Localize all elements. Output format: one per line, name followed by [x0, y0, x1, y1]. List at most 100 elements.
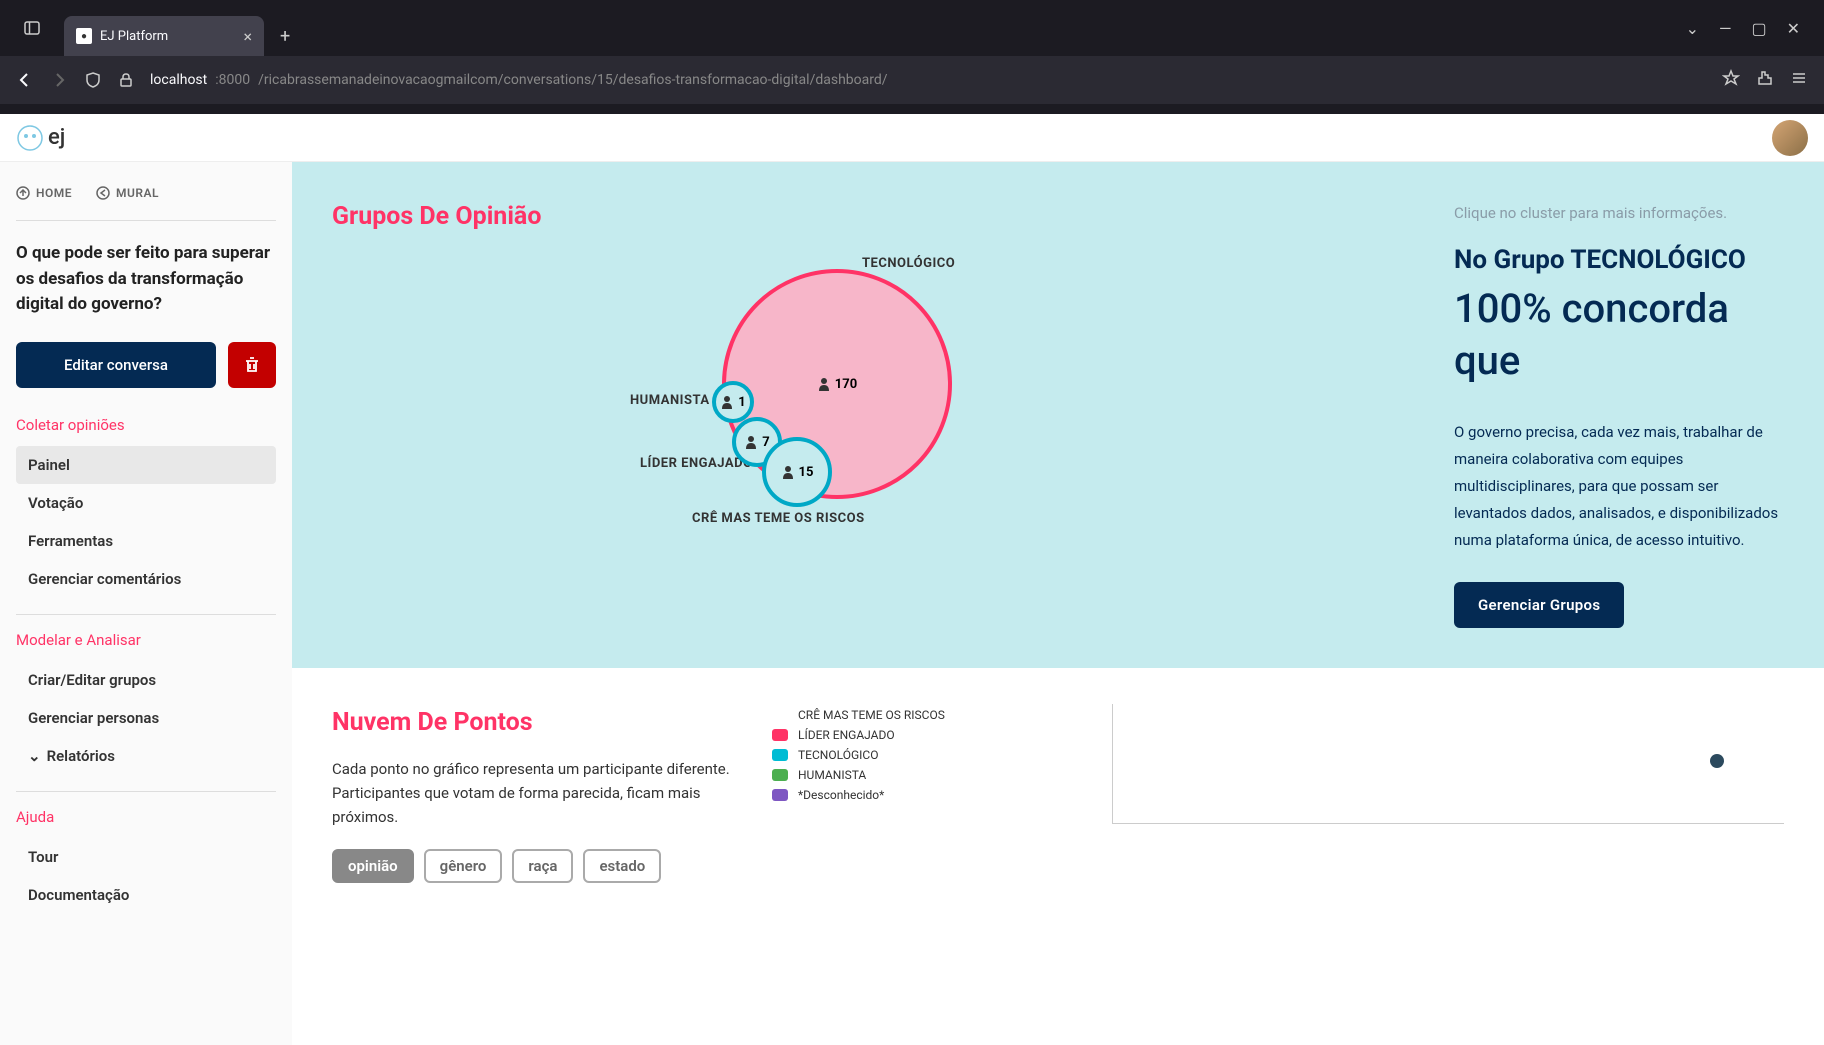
lock-icon[interactable]	[118, 72, 134, 88]
forward-button[interactable]	[50, 71, 68, 89]
bookmark-icon[interactable]	[1722, 69, 1740, 91]
legend-swatch	[772, 789, 788, 801]
chip-genero[interactable]: gênero	[424, 849, 503, 883]
legend-label: TECNOLÓGICO	[798, 748, 878, 762]
browser-tab[interactable]: ● EJ Platform ×	[64, 16, 264, 56]
url-path: /ricabrassemanadeinovacaogmailcom/conver…	[258, 72, 887, 88]
legend-label: HUMANISTA	[798, 768, 866, 782]
menu-icon[interactable]	[1790, 69, 1808, 91]
cluster-count: 170	[835, 377, 857, 392]
sidebar-toggle-icon[interactable]	[8, 20, 56, 36]
legend-swatch	[772, 769, 788, 781]
url-port: :8000	[215, 72, 250, 88]
app-header: ej	[0, 114, 1824, 162]
cluster-count: 15	[799, 465, 814, 480]
url-host: localhost	[150, 72, 207, 88]
divider	[16, 614, 276, 615]
sidebar-item-relatorios[interactable]: Relatórios	[16, 737, 276, 775]
sidebar-actions: Editar conversa	[16, 342, 276, 388]
group-description: O governo precisa, cada vez mais, trabal…	[1454, 419, 1784, 554]
main-content: Grupos De Opinião TECNOLÓGICO 170 HUMANI…	[292, 162, 1824, 1045]
sidebar-item-votacao[interactable]: Votação	[16, 484, 276, 522]
cluster-label-lider: LÍDER ENGAJADO	[640, 456, 753, 471]
logo-icon	[16, 124, 44, 152]
back-button[interactable]	[16, 71, 34, 89]
filter-chips: opinião gênero raça estado	[332, 849, 732, 883]
avatar[interactable]	[1772, 120, 1808, 156]
scatter-description: Cada ponto no gráfico representa um part…	[332, 757, 732, 829]
legend-label: CRÊ MAS TEME OS RISCOS	[798, 708, 945, 722]
breadcrumb-mural-label: MURAL	[116, 186, 159, 200]
cluster-count: 1	[738, 395, 745, 410]
legend-label: *Desconhecido*	[798, 788, 884, 802]
logo[interactable]: ej	[16, 124, 65, 152]
tab-title: EJ Platform	[100, 29, 235, 44]
sidebar-item-documentacao[interactable]: Documentação	[16, 876, 276, 914]
delete-conversation-button[interactable]	[228, 342, 276, 388]
scatter-info: Nuvem De Pontos Cada ponto no gráfico re…	[332, 708, 732, 883]
chip-raca[interactable]: raça	[512, 849, 573, 883]
chip-opiniao[interactable]: opinião	[332, 849, 414, 883]
group-title: No Grupo TECNOLÓGICO	[1454, 245, 1784, 275]
cluster-label-tecnologico: TECNOLÓGICO	[862, 256, 955, 271]
browser-chrome: ● EJ Platform × + ⌄ — ▢ ✕ localhost :8000…	[0, 0, 1824, 114]
breadcrumb-home[interactable]: HOME	[16, 186, 72, 200]
sidebar-item-gerenciar-comentarios[interactable]: Gerenciar comentários	[16, 560, 276, 598]
scatter-point[interactable]	[1710, 754, 1724, 768]
trash-icon	[242, 355, 262, 375]
hint-text: Clique no cluster para mais informações.	[1454, 202, 1784, 225]
cluster-label-cre: CRÊ MAS TEME OS RISCOS	[692, 511, 865, 526]
legend-swatch	[772, 749, 788, 761]
opinion-details: Clique no cluster para mais informações.…	[1454, 202, 1784, 628]
breadcrumb-home-label: HOME	[36, 186, 72, 200]
sidebar: HOME MURAL O que pode ser feito para sup…	[0, 162, 292, 1045]
divider	[16, 791, 276, 792]
person-icon	[781, 465, 795, 479]
breadcrumb-mural[interactable]: MURAL	[96, 186, 159, 200]
scatter-title: Nuvem De Pontos	[332, 708, 732, 737]
sidebar-item-ferramentas[interactable]: Ferramentas	[16, 522, 276, 560]
cluster-cre[interactable]: 15	[762, 437, 832, 507]
app-body: HOME MURAL O que pode ser feito para sup…	[0, 162, 1824, 1045]
group-stat: 100% concorda que	[1454, 283, 1784, 387]
legend-swatch	[772, 729, 788, 741]
shield-icon[interactable]	[84, 71, 102, 89]
panel-title: Grupos De Opinião	[332, 202, 1414, 231]
edit-conversation-button[interactable]: Editar conversa	[16, 342, 216, 388]
panel-scatter: Nuvem De Pontos Cada ponto no gráfico re…	[292, 668, 1824, 923]
section-collect-opinions: Coletar opiniões	[16, 416, 276, 434]
maximize-icon[interactable]: ▢	[1751, 19, 1766, 38]
tab-close-icon[interactable]: ×	[243, 27, 252, 46]
extension-icon[interactable]	[1756, 69, 1774, 91]
section-help: Ajuda	[16, 808, 276, 826]
panel-opinion-groups: Grupos De Opinião TECNOLÓGICO 170 HUMANI…	[292, 162, 1824, 668]
sidebar-item-tour[interactable]: Tour	[16, 838, 276, 876]
sidebar-item-gerenciar-personas[interactable]: Gerenciar personas	[16, 699, 276, 737]
cluster-humanista[interactable]: 1	[712, 381, 754, 423]
breadcrumb: HOME MURAL	[16, 186, 276, 200]
arrow-left-icon	[96, 186, 110, 200]
page-title: O que pode ser feito para superar os des…	[16, 241, 276, 318]
close-icon[interactable]: ✕	[1787, 19, 1800, 38]
person-icon	[817, 377, 831, 391]
new-tab-button[interactable]: +	[280, 26, 290, 47]
divider	[16, 220, 276, 221]
app-container: ej HOME MURAL O que pode ser feito para …	[0, 114, 1824, 1045]
arrow-up-icon	[16, 186, 30, 200]
chevron-down-icon[interactable]: ⌄	[1686, 19, 1699, 38]
minimize-icon[interactable]: —	[1719, 19, 1732, 38]
person-icon	[744, 435, 758, 449]
logo-text: ej	[48, 125, 65, 150]
tab-favicon-icon: ●	[76, 28, 92, 44]
window-controls: ⌄ — ▢ ✕	[1686, 19, 1816, 38]
url-bar[interactable]: localhost :8000/ricabrassemanadeinovacaog…	[150, 72, 1706, 88]
sidebar-item-criar-grupos[interactable]: Criar/Editar grupos	[16, 661, 276, 699]
manage-groups-button[interactable]: Gerenciar Grupos	[1454, 582, 1624, 628]
scatter-plot[interactable]	[1112, 704, 1784, 824]
sidebar-item-painel[interactable]: Painel	[16, 446, 276, 484]
cluster-visualization: TECNOLÓGICO 170 HUMANISTA 1 LÍDER ENGAJA…	[592, 251, 1414, 591]
tab-bar: ● EJ Platform × + ⌄ — ▢ ✕	[0, 0, 1824, 56]
chip-estado[interactable]: estado	[583, 849, 661, 883]
legend-swatch	[772, 709, 788, 721]
nav-bar: localhost :8000/ricabrassemanadeinovacaog…	[0, 56, 1824, 104]
